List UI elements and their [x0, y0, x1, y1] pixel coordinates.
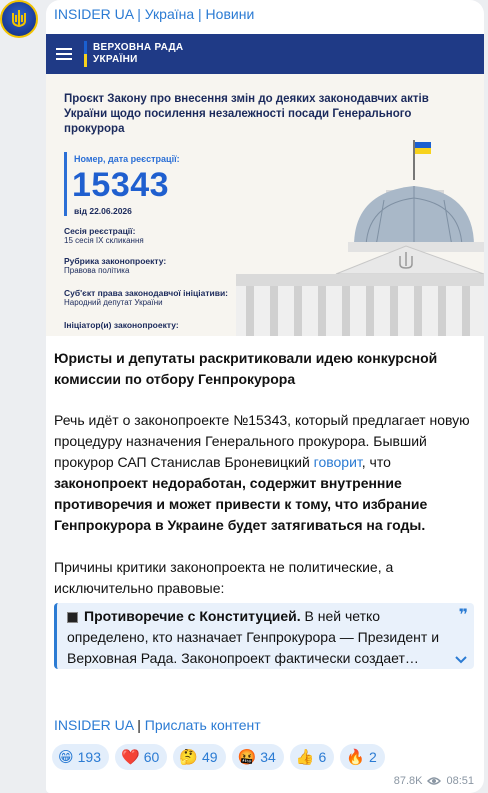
message-stats: 87.8K 08:51 — [394, 775, 474, 787]
reaction-count: 49 — [201, 749, 218, 765]
rubric-meta: Рубрика законопроекту: Правова політика — [64, 256, 166, 275]
reg-number: 15343 — [72, 166, 170, 204]
rada-title-line2: УКРАЇНИ — [93, 54, 138, 65]
message-time: 08:51 — [446, 775, 474, 787]
subject-value: Народний депутат України — [64, 298, 163, 307]
expandable-quote[interactable]: Противоречие с Конституцией. В ней четко… — [54, 603, 474, 669]
reaction-count: 2 — [368, 749, 377, 765]
session-value: 15 сесія IX скликання — [64, 236, 144, 245]
thumbs-up-icon: 👍 — [295, 749, 315, 766]
initiator-meta: Ініціатор(и) законопроекту: — [64, 320, 179, 330]
footer-separator: | — [137, 717, 141, 733]
reaction-grin[interactable]: 😁 193 — [52, 744, 109, 770]
reg-date: від 22.06.2026 — [74, 206, 132, 216]
rubric-label: Рубрика законопроекту: — [64, 256, 167, 266]
bill-title: Проєкт Закону про внесення змін до деяки… — [64, 93, 429, 135]
footer-links: INSIDER UA | Прислать контент — [54, 717, 261, 733]
channel-name[interactable]: INSIDER UA | Україна | Новини — [54, 6, 254, 22]
reaction-thumbs-up[interactable]: 👍 6 — [289, 744, 335, 770]
quote-icon: ❞ — [458, 607, 468, 624]
eye-icon — [427, 777, 442, 785]
rada-title-line1: ВЕРХОВНА РАДА — [93, 42, 184, 53]
p1-bold: законопроект недоработан, содержит внутр… — [54, 475, 428, 533]
quote-bold: Противоречие с Конституцией. — [84, 608, 301, 624]
message-bubble: INSIDER UA | Україна | Новини ВЕРХОВНА Р… — [46, 0, 484, 793]
post-paragraph-2: Причины критики законопроекта не политич… — [54, 559, 394, 596]
flag-icon — [84, 41, 87, 67]
reaction-count: 6 — [318, 749, 327, 765]
post-image[interactable]: ВЕРХОВНА РАДА УКРАЇНИ Проєкт Закону про … — [46, 34, 484, 336]
rada-title: ВЕРХОВНА РАДА УКРАЇНИ — [93, 42, 183, 66]
chevron-down-icon[interactable] — [454, 655, 468, 665]
channel-avatar[interactable] — [0, 0, 38, 38]
reaction-count: 193 — [77, 749, 101, 765]
reaction-count: 34 — [260, 749, 276, 765]
fire-icon: 🔥 — [346, 749, 365, 766]
channel-link[interactable]: INSIDER UA — [54, 717, 133, 733]
submit-content-link[interactable]: Прислать контент — [145, 717, 261, 733]
subject-label: Суб'єкт права законодавчої ініціативи: — [64, 288, 228, 298]
trident-icon — [12, 10, 26, 28]
parliament-building-illustration — [236, 140, 484, 336]
source-link[interactable]: говорит — [314, 454, 362, 470]
grin-icon: 😁 — [58, 749, 74, 766]
reaction-fire[interactable]: 🔥 2 — [340, 744, 385, 770]
heart-icon: ❤️ — [121, 749, 140, 766]
menu-icon — [56, 48, 72, 60]
views-count: 87.8K — [393, 775, 423, 787]
reaction-heart[interactable]: ❤️ 60 — [115, 744, 168, 770]
reaction-thinking[interactable]: 🤔 49 — [173, 744, 226, 770]
rada-banner: ВЕРХОВНА РАДА УКРАЇНИ — [46, 34, 484, 74]
subject-meta: Суб'єкт права законодавчої ініціативи: Н… — [64, 288, 228, 307]
post-title: Юристы и депутаты раскритиковали идею ко… — [54, 350, 438, 387]
post-paragraph-1: Речь идёт о законопроекте №15343, которы… — [54, 410, 474, 536]
session-meta: Сесія реєстрації: 15 сесія IX скликання — [64, 226, 144, 245]
initiator-label: Ініціатор(и) законопроекту: — [64, 320, 179, 330]
angry-icon: 🤬 — [237, 749, 257, 766]
reaction-angry[interactable]: 🤬 34 — [231, 744, 284, 770]
square-bullet-icon — [67, 611, 78, 623]
thinking-icon: 🤔 — [179, 749, 198, 766]
reg-label: Номер, дата реєстрації: — [74, 154, 180, 164]
p1-text: Речь идёт о законопроекте №15343, которы… — [54, 412, 470, 470]
rubric-value: Правова політика — [64, 266, 130, 275]
reactions-bar: 😁 193 ❤️ 60 🤔 49 🤬 34 👍 6 🔥 2 — [52, 744, 385, 770]
p1-text-2: , что — [361, 454, 391, 470]
session-label: Сесія реєстрації: — [64, 226, 136, 236]
reaction-count: 60 — [143, 749, 160, 765]
